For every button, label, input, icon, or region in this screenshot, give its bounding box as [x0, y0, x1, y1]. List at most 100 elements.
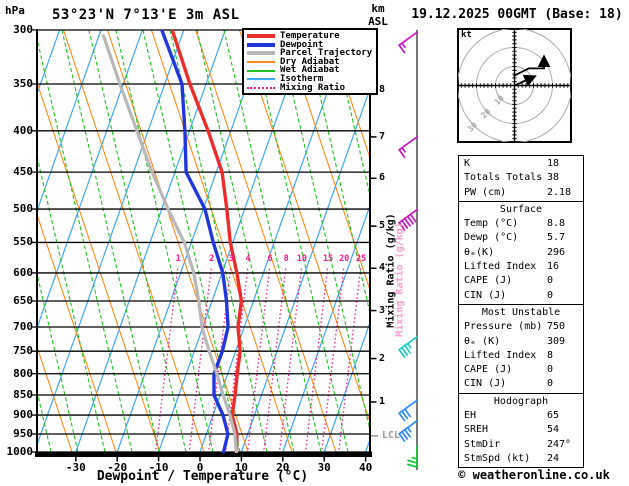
wind-barb	[398, 399, 418, 422]
stats-row: Temp (°C) 8.8	[459, 217, 583, 231]
stats-section: Hodograph EH 65 SREH 54 StmDir 247° StmSpd (kt)…	[459, 392, 583, 467]
pressure-tick-label: 900	[13, 408, 33, 422]
stats-row: StmDir 247°	[459, 438, 583, 452]
km-tick-label: 1	[379, 395, 386, 407]
stats-row-label: SREH	[464, 424, 489, 436]
km-tick-label: 2	[379, 352, 386, 364]
pressure-tick-label: 650	[13, 294, 33, 307]
stats-row-label: θₑ (K)	[464, 335, 501, 347]
stats-row-value: 750	[547, 321, 566, 333]
stats-row-value: 16	[547, 261, 560, 273]
pressure-tick-label: 550	[13, 235, 33, 249]
stats-section: Most Unstable Pressure (mb) 750 θₑ (K) 309 Li…	[459, 303, 583, 393]
x-tick-label: -20	[107, 461, 128, 474]
stats-row: Lifted Index 8	[459, 349, 583, 363]
x-tick-label: 0	[196, 461, 204, 474]
legend-line-sample	[247, 61, 275, 64]
stats-row-label: PW (cm)	[464, 186, 507, 198]
wet-adiabat-line	[61, 30, 160, 453]
skewt-sounding-app: 10 20 30 hPa 53°23'N 7°13'E 3m ASL km ASL …	[0, 0, 629, 486]
mixing-ratio-line	[188, 268, 212, 453]
stats-row-value: 296	[547, 246, 566, 258]
stats-section: Surface Temp (°C) 8.8 Dewp (°C) 5.7 θₑ(K) 296 L…	[459, 200, 583, 304]
barb-feather	[407, 459, 418, 464]
stats-row-label: CAPE (J)	[464, 275, 513, 287]
km-tick-label: 3	[379, 304, 386, 316]
bottom-axis-bar	[35, 451, 372, 457]
run-datetime: 19.12.2025 00GMT (Base: 18)	[411, 7, 623, 22]
station-title: 53°23'N 7°13'E 3m ASL	[52, 7, 240, 23]
stats-row: θₑ(K) 296	[459, 246, 583, 260]
stats-row-label: Pressure (mb)	[464, 321, 543, 333]
wet-adiabat-line	[115, 30, 214, 453]
pressure-tick-label: 700	[13, 319, 33, 333]
mixing-ratio-line	[321, 268, 345, 453]
stats-row-value: 24	[547, 452, 560, 464]
pressure-tick-label: 300	[13, 23, 33, 36]
stats-row-label: θₑ(K)	[464, 246, 495, 258]
stats-row-value: 2.18	[547, 186, 572, 198]
mixing-ratio-line	[224, 268, 249, 453]
mixing-ratio-line	[278, 268, 303, 453]
stats-row-value: 18	[547, 158, 560, 169]
stats-row-value: 0	[547, 364, 554, 376]
stats-row: CAPE (J) 0	[459, 363, 583, 377]
x-tick-label: 30	[317, 461, 331, 474]
barb-feather	[406, 342, 412, 349]
mixing-ratio-value-label: 20	[339, 253, 350, 264]
barb-feather	[407, 463, 418, 468]
stats-row: CAPE (J) 0	[459, 274, 583, 288]
wet-adiabat-line	[142, 30, 241, 453]
mixing-ratio-value-label: 1	[175, 253, 181, 264]
wet-adiabat-line	[88, 30, 187, 453]
stats-row-label: EH	[464, 410, 477, 422]
stats-row-value: 54	[547, 424, 560, 436]
wind-barb	[407, 445, 418, 468]
stats-row: StmSpd (kt) 24	[459, 452, 583, 466]
mixing-ratio-value-label: 25	[355, 253, 367, 264]
stats-row: PW (cm) 2.18	[459, 186, 583, 200]
pressure-tick-label: 1000	[6, 445, 34, 458]
stats-row-label: Dewp (°C)	[464, 232, 519, 244]
stats-row-label: Lifted Index	[464, 349, 537, 361]
km-tick-label: 8	[379, 83, 386, 95]
stats-section-header: Surface	[499, 203, 543, 215]
stats-row-value: 309	[547, 335, 566, 347]
pressure-tick-label: 450	[13, 165, 33, 179]
stats-row-value: 0	[547, 378, 554, 390]
stats-panel: K 18 Totals Totals 38 PW (cm) 2.18 Surface Temp…	[458, 155, 584, 469]
stats-row-value: 8.8	[547, 218, 566, 230]
mixing-ratio-value-label: 2	[209, 253, 215, 264]
barb-feather	[401, 42, 406, 49]
wind-barb	[398, 420, 418, 442]
stats-row: CIN (J) 0	[459, 377, 583, 391]
isotherm-line	[75, 30, 226, 453]
stats-row-value: 5.7	[547, 232, 566, 244]
legend-line-sample	[247, 34, 275, 39]
stats-row-value: 8	[547, 349, 554, 361]
stats-row-value: 38	[547, 172, 560, 184]
mixing-ratio-axis-label: Mixing Ratio (g/kg)	[385, 213, 397, 328]
mixing-ratio-value-label: 10	[296, 253, 308, 264]
stats-row-label: K	[464, 158, 471, 169]
barb-feather	[406, 426, 412, 433]
legend-item-label: Mixing Ratio	[280, 82, 346, 93]
x-tick-label: -10	[148, 461, 169, 474]
km-tick-label: 4	[379, 262, 386, 274]
pressure-tick-label: 500	[13, 202, 33, 216]
km-tick-label: 5	[379, 220, 386, 232]
stats-row-value: 65	[547, 410, 560, 422]
stats-row-label: CIN (J)	[464, 378, 507, 390]
hodograph-unit-label: kt	[461, 30, 472, 40]
parcel-trajectory-curve	[101, 34, 238, 453]
mixing-ratio-line	[304, 268, 329, 453]
stats-row: Totals Totals 38	[459, 171, 583, 185]
legend: Temperature Dewpoint Parcel Trajectory Dry …	[242, 28, 378, 96]
x-tick-label: 10	[234, 461, 249, 474]
mixing-ratio-value-label: 4	[245, 253, 251, 264]
km-tick-label: 7	[379, 130, 386, 142]
altitude-axis-unit: km ASL	[368, 2, 388, 28]
stats-row-label: StmDir	[464, 438, 501, 450]
stats-row-label: Totals Totals	[464, 172, 543, 184]
stats-row-label: Lifted Index	[464, 261, 537, 273]
